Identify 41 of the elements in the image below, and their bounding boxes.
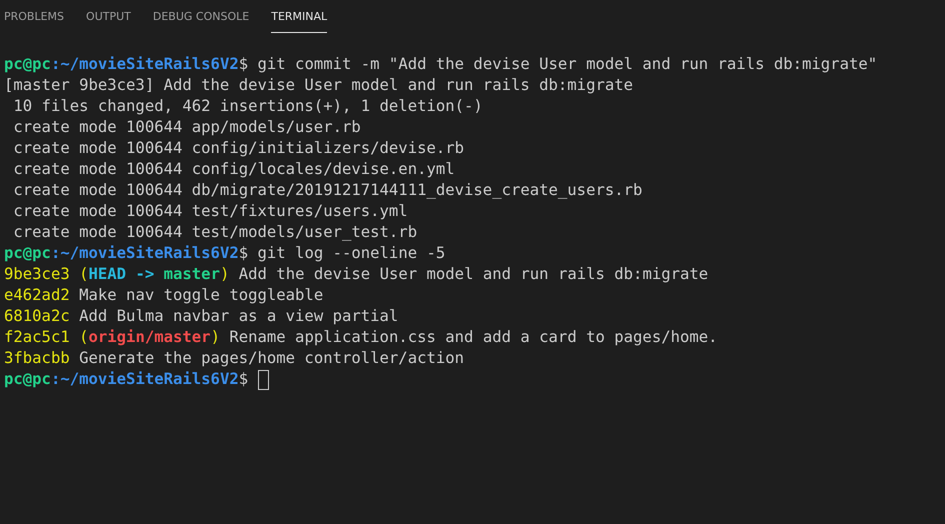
prompt-symbol: $ [238,242,248,264]
prompt-user: pc@pc [4,242,51,264]
prompt-user: pc@pc [4,54,51,75]
commit-message: Generate the pages/home controller/action [79,348,464,369]
ref-label: ) [210,326,220,348]
output-line: create mode 100644 config/locales/devise.en.yml [12,158,455,180]
commit-message: Add the devise User model and run rails db:migrate [238,264,708,285]
panel-tab[interactable]: DEBUG CONSOLE [152,0,250,33]
output-line: [master 9be3ce3] Add the devise User model and run rails db:migrate [4,74,634,96]
output-line: create mode 100644 test/fixtures/users.yml [12,200,408,222]
output-line: create mode 100644 app/models/user.rb [12,116,361,138]
commit-hash: 6810a2c [4,306,70,327]
commit-hash: 3fbacbb [4,348,70,369]
commit-message: Rename application.css and add a card to pages/home. [229,326,718,348]
commit-hash: f2ac5c1 [4,326,70,348]
prompt-path: :~/movieSiteRails6V2 [50,54,239,75]
panel-tab[interactable]: OUTPUT [86,0,131,33]
panel-tab[interactable]: PROBLEMS [4,0,64,33]
ref-label: ( [79,326,88,348]
prompt-user: pc@pc [4,368,51,390]
commit-message: Make nav toggle toggleable [79,284,324,306]
output-line: create mode 100644 test/models/user_test.rb [12,222,418,243]
prompt-symbol: $ [238,54,248,75]
commit-hash: 9be3ce3 [4,264,70,285]
ref-label: ( [79,264,88,285]
output-line: 10 files changed, 462 insertions(+), 1 deletion(-) [12,96,483,117]
commit-message: Add Bulma navbar as a view partial [79,306,398,327]
command-text: git log --oneline -5 [258,242,446,264]
ref-label: -> [135,264,154,285]
commit-hash: e462ad2 [4,284,70,306]
prompt-path: :~/movieSiteRails6V2 [50,242,239,264]
ref-label: origin/master [88,326,211,348]
ref-label: ) [220,264,230,285]
ref-label: HEAD [88,264,126,285]
prompt-path: :~/movieSiteRails6V2 [50,368,239,390]
output-line: create mode 100644 db/migrate/20191217144111_devise_create_users.rb [12,180,642,201]
command-text: git commit -m "Add the devise User model and run rails db:migrate" [258,54,878,75]
ref-label: master [164,264,220,285]
output-line: create mode 100644 config/initializers/devise.rb [12,138,464,159]
prompt-symbol: $ [238,368,248,390]
panel-tab[interactable]: TERMINAL [271,0,328,33]
